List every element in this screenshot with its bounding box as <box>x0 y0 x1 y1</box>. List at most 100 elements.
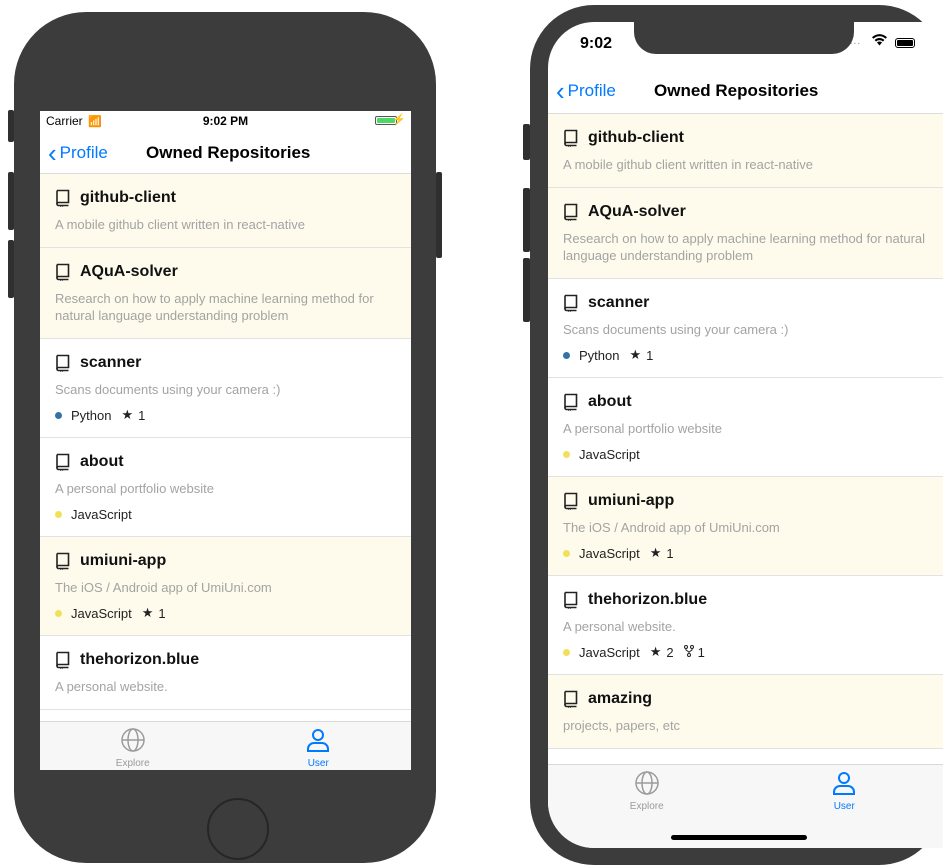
back-button[interactable]: ‹ Profile <box>556 76 616 106</box>
screen-iphone8: Carrier 📶 9:02 PM ⚡ ‹ Profile Owned Repo… <box>40 111 411 770</box>
repo-name-row: github-client <box>563 126 928 150</box>
repo-description: Scans documents using your camera :) <box>563 322 789 337</box>
repo-icon <box>563 203 579 221</box>
tab-explore[interactable]: Explore <box>607 770 687 812</box>
repo-icon <box>563 294 579 312</box>
repo-name-row: about <box>563 390 928 414</box>
repo-description: The iOS / Android app of UmiUni.com <box>55 580 272 595</box>
notch <box>634 22 854 54</box>
status-bar: Carrier 📶 9:02 PM ⚡ <box>40 111 411 129</box>
repo-meta: JavaScript <box>563 446 928 462</box>
globe-icon <box>607 770 687 799</box>
star-count: 2 <box>666 644 674 660</box>
repo-list-item[interactable]: about A personal portfolio website JavaScr… <box>548 378 943 477</box>
chevron-left-icon: ‹ <box>556 76 565 106</box>
repo-icon <box>55 651 71 669</box>
home-button[interactable] <box>207 798 269 860</box>
star-count: 1 <box>646 347 654 363</box>
repository-list[interactable]: github-client A mobile github client writ… <box>40 174 411 710</box>
tab-label: Explore <box>115 758 150 769</box>
repo-name-row: AQuA-solver <box>563 200 928 224</box>
repo-name: AQuA-solver <box>588 203 686 220</box>
repo-list-item[interactable]: umiuni-app The iOS / Android app of UmiUn… <box>548 477 943 576</box>
repo-meta: Python ★ 1 <box>55 407 396 423</box>
repository-list[interactable]: github-client A mobile github client writ… <box>548 114 943 749</box>
repo-name: github-client <box>80 189 176 206</box>
repo-icon <box>563 492 579 510</box>
repo-meta: JavaScript ★ 1 <box>55 605 396 621</box>
repo-name-row: thehorizon.blue <box>55 648 396 672</box>
repo-description: projects, papers, etc <box>563 718 681 733</box>
repo-meta: JavaScript ★ 2 1 <box>563 644 928 660</box>
repo-list-item[interactable]: amazing projects, papers, etc <box>548 675 943 749</box>
repo-language: Python <box>71 407 112 423</box>
repo-description: A personal portfolio website <box>563 421 722 436</box>
repo-description: A personal website. <box>55 679 168 694</box>
charging-icon: ⚡ <box>392 114 406 126</box>
volume-up-button <box>523 188 530 252</box>
tab-user[interactable]: User <box>278 727 358 769</box>
home-indicator[interactable] <box>671 835 807 840</box>
fork-count: 1 <box>697 644 705 660</box>
repo-list-item[interactable]: about A personal portfolio website JavaScr… <box>40 438 411 537</box>
tab-label: User <box>833 801 855 812</box>
user-icon <box>278 727 358 756</box>
repo-name: AQuA-solver <box>80 263 178 280</box>
back-label: Profile <box>59 143 108 162</box>
repo-language: JavaScript <box>71 506 132 522</box>
repo-language: JavaScript <box>579 545 640 561</box>
back-button[interactable]: ‹ Profile <box>48 140 108 166</box>
repo-name: about <box>588 393 632 410</box>
page-title: Owned Repositories <box>654 81 819 100</box>
battery-icon <box>895 38 915 48</box>
star-count: 1 <box>666 545 674 561</box>
repo-icon <box>563 591 579 609</box>
page-title: Owned Repositories <box>146 143 311 162</box>
repo-list-item[interactable]: thehorizon.blue A personal website. <box>40 636 411 710</box>
mute-switch <box>523 124 530 160</box>
repo-name: amazing <box>588 690 653 707</box>
tab-user[interactable]: User <box>804 770 884 812</box>
repo-description: Research on how to apply machine learnin… <box>563 231 926 263</box>
repo-list-item[interactable]: github-client A mobile github client writ… <box>40 174 411 248</box>
repo-meta: JavaScript ★ 1 <box>563 545 928 561</box>
repo-name: umiuni-app <box>80 552 167 569</box>
star-icon: ★ <box>649 545 662 560</box>
globe-icon <box>93 727 173 756</box>
star-count: 1 <box>158 605 166 621</box>
repo-description: The iOS / Android app of UmiUni.com <box>563 520 780 535</box>
repo-list-item[interactable]: scanner Scans documents using your camera… <box>40 339 411 438</box>
repo-language: JavaScript <box>71 605 132 621</box>
repo-name-row: AQuA-solver <box>55 260 396 284</box>
language-dot <box>55 510 62 518</box>
tab-label: User <box>307 758 329 769</box>
repo-list-item[interactable]: scanner Scans documents using your camera… <box>548 279 943 378</box>
tab-bar: Explore User <box>40 721 411 770</box>
star-icon: ★ <box>141 605 154 620</box>
wifi-icon <box>871 33 888 50</box>
star-icon: ★ <box>121 407 134 422</box>
language-dot <box>55 411 62 419</box>
repo-description: A mobile github client written in react-… <box>563 157 814 172</box>
repo-list-item[interactable]: AQuA-solver Research on how to apply mach… <box>40 248 411 339</box>
language-dot <box>563 351 570 359</box>
language-dot <box>55 609 62 617</box>
back-label: Profile <box>567 81 616 100</box>
repo-icon <box>55 354 71 372</box>
screen-iphonex: 9:02 .... ‹ Profile Owned Repositories g… <box>548 22 943 848</box>
repo-list-item[interactable]: thehorizon.blue A personal website. JavaSc… <box>548 576 943 675</box>
repo-list-item[interactable]: github-client A mobile github client writ… <box>548 114 943 188</box>
repo-meta: Python ★ 1 <box>563 347 928 363</box>
repo-list-item[interactable]: umiuni-app The iOS / Android app of UmiUn… <box>40 537 411 636</box>
repo-name: umiuni-app <box>588 492 675 509</box>
repo-icon <box>55 189 71 207</box>
status-time: 9:02 <box>580 35 613 52</box>
repo-icon <box>55 263 71 281</box>
power-button <box>436 172 442 258</box>
language-dot <box>563 549 570 557</box>
repo-icon <box>563 690 579 708</box>
repo-list-item[interactable]: AQuA-solver Research on how to apply mach… <box>548 188 943 279</box>
repo-language: JavaScript <box>579 446 640 462</box>
user-icon <box>804 770 884 799</box>
tab-explore[interactable]: Explore <box>93 727 173 769</box>
